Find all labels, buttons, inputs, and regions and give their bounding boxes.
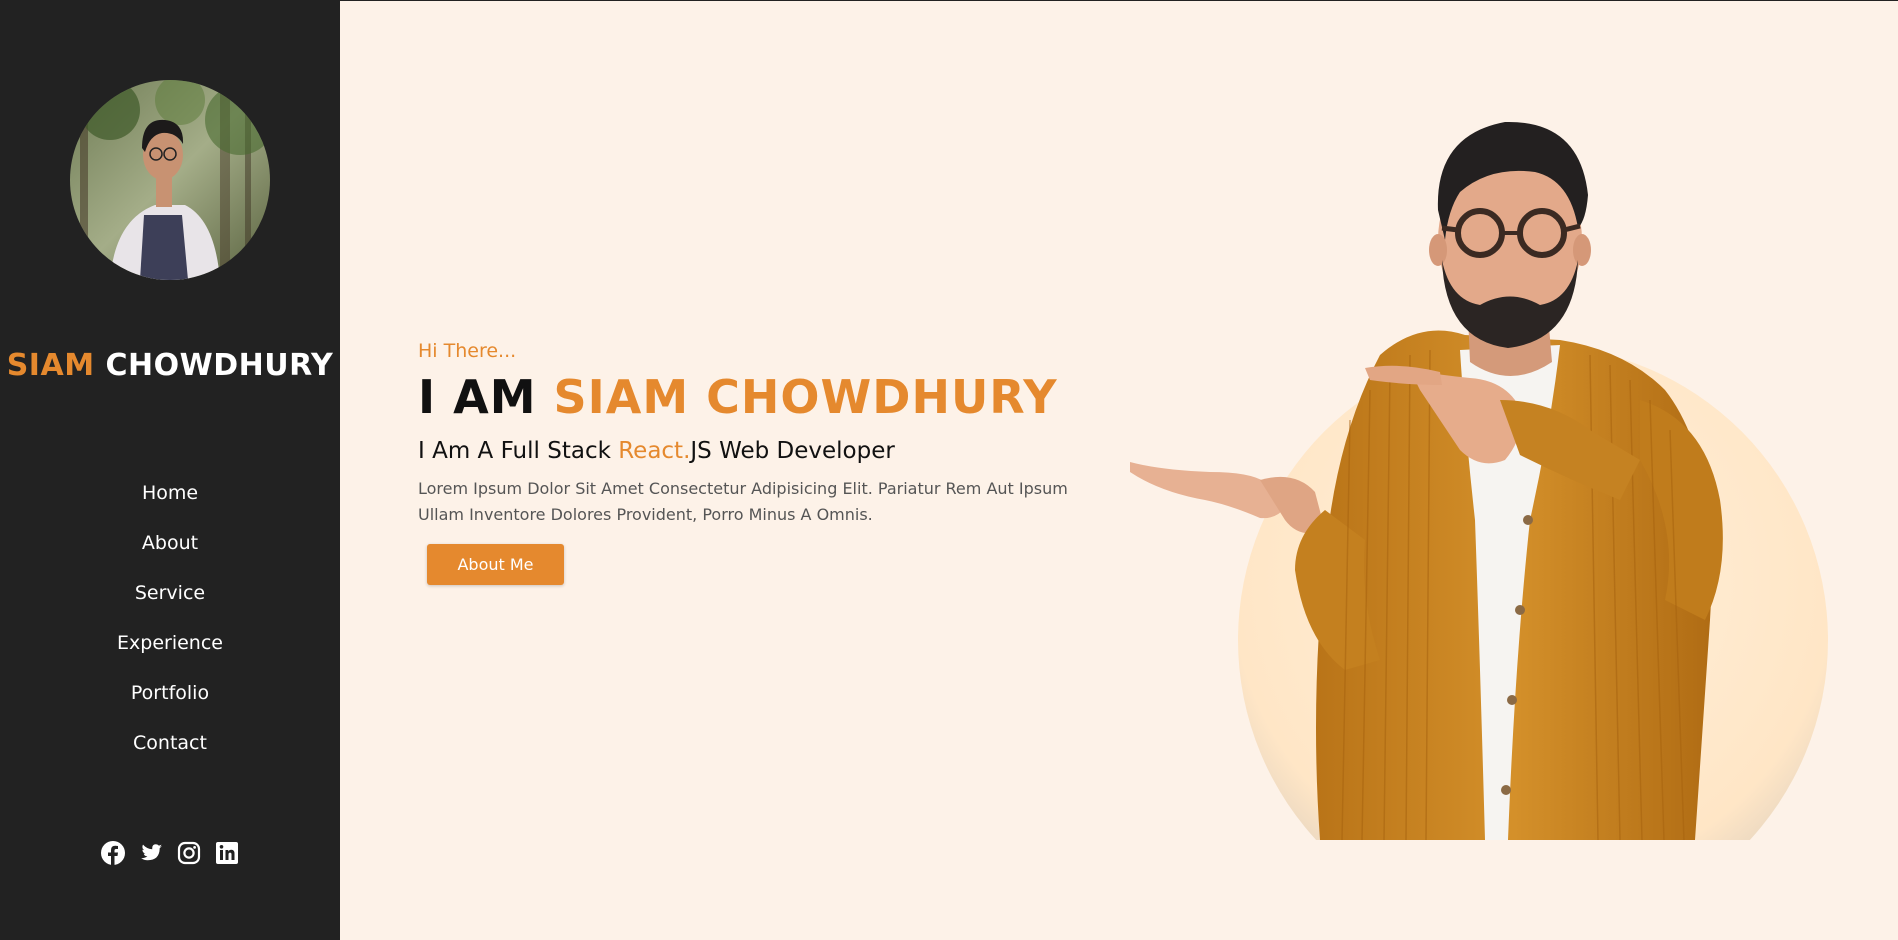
nav-experience[interactable]: Experience — [0, 618, 340, 668]
brand-name[interactable]: SIAM CHOWDHURY — [0, 348, 340, 383]
facebook-icon[interactable] — [100, 840, 126, 866]
nav-portfolio[interactable]: Portfolio — [0, 668, 340, 718]
brand-first-name: SIAM — [6, 348, 95, 383]
subtitle-pre: I Am A Full Stack — [418, 438, 611, 464]
social-links — [0, 840, 340, 868]
nav-home[interactable]: Home — [0, 468, 340, 518]
nav-contact[interactable]: Contact — [0, 718, 340, 768]
linkedin-icon[interactable] — [214, 840, 240, 866]
nav-about[interactable]: About — [0, 518, 340, 568]
about-me-button[interactable]: About Me — [427, 544, 564, 585]
profile-avatar — [70, 80, 270, 280]
nav-service[interactable]: Service — [0, 568, 340, 618]
hero-headline: I AM SIAM CHOWDHURY — [418, 370, 1138, 424]
headline-name: SIAM CHOWDHURY — [553, 370, 1058, 424]
subtitle-accent: React. — [618, 438, 691, 464]
twitter-icon[interactable] — [138, 840, 164, 866]
subtitle-post: JS Web Developer — [690, 438, 895, 464]
hero-greeting: Hi There... — [418, 340, 517, 362]
brand-last-name: CHOWDHURY — [105, 348, 334, 383]
top-border — [0, 0, 1898, 1]
instagram-icon[interactable] — [176, 840, 202, 866]
sidebar: SIAM CHOWDHURY Home About Service Experi… — [0, 0, 340, 940]
hero-section: Hi There... I AM SIAM CHOWDHURY I Am A F… — [418, 340, 1138, 585]
headline-prefix: I AM — [418, 370, 537, 424]
main-nav: Home About Service Experience Portfolio … — [0, 468, 340, 768]
hero-illustration — [1120, 100, 1840, 935]
hero-subtitle: I Am A Full Stack React.JS Web Developer — [418, 438, 1138, 464]
hero-description: Lorem Ipsum Dolor Sit Amet Consectetur A… — [418, 479, 1068, 524]
